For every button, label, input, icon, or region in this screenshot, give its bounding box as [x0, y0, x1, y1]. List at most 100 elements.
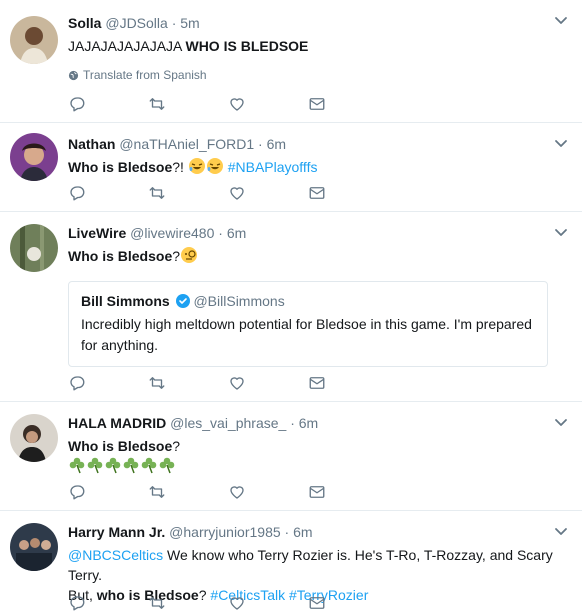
- heart-icon: [228, 483, 246, 501]
- shamrock-emoji-icon: [122, 456, 140, 479]
- hashtag-link[interactable]: #NBAPlayofffs: [228, 159, 318, 175]
- rofl-emoji-icon: [188, 157, 206, 180]
- tweet-feed: Solla @JDSolla · 5m JAJAJAJAJAJAJA WHO I…: [0, 0, 582, 611]
- display-name[interactable]: LiveWire: [68, 225, 126, 241]
- timestamp[interactable]: 5m: [180, 15, 199, 31]
- display-name[interactable]: Solla: [68, 15, 101, 31]
- like-button[interactable]: [228, 183, 308, 203]
- tweet-text-plain: JAJAJAJAJAJAJA: [68, 38, 186, 54]
- timestamp[interactable]: 6m: [227, 225, 246, 241]
- retweet-icon: [148, 483, 166, 501]
- translate-label: Translate from Spanish: [83, 68, 207, 82]
- user-handle[interactable]: @livewire480: [130, 225, 214, 241]
- verified-badge-icon: [175, 294, 190, 308]
- tweet-actions: [68, 373, 388, 393]
- direct-message-button[interactable]: [308, 183, 388, 203]
- direct-message-button[interactable]: [308, 593, 388, 613]
- globe-icon: [68, 70, 79, 80]
- reply-button[interactable]: [68, 482, 148, 502]
- tweet[interactable]: LiveWire @livewire480 · 6m Who is Bledso…: [0, 212, 582, 402]
- tweet-text-bold: Who is Bledsoe: [68, 438, 173, 454]
- monocle-emoji-icon: [180, 246, 198, 269]
- timestamp[interactable]: 6m: [299, 415, 318, 431]
- shamrock-emoji-icon: [68, 456, 86, 479]
- avatar[interactable]: [10, 133, 58, 181]
- user-handle[interactable]: @harryjunior1985: [169, 524, 281, 540]
- shamrock-emoji-icon: [104, 456, 122, 479]
- reply-icon: [68, 594, 86, 612]
- mention-link[interactable]: @NBCSCeltics: [68, 547, 163, 563]
- avatar[interactable]: [10, 523, 58, 571]
- mail-icon: [308, 483, 326, 501]
- separator-dot: ·: [290, 415, 295, 431]
- tweet-text-bold: WHO IS BLEDSOE: [185, 38, 309, 54]
- direct-message-button[interactable]: [308, 94, 388, 114]
- shamrock-emoji-icon: [158, 456, 176, 479]
- tweet[interactable]: Solla @JDSolla · 5m JAJAJAJAJAJAJA WHO I…: [0, 0, 582, 123]
- tweet[interactable]: HALA MADRID @les_vai_phrase_ · 6m Who is…: [0, 402, 582, 511]
- tweet-actions: [68, 183, 388, 203]
- tweet-header: Solla @JDSolla · 5m: [68, 14, 568, 32]
- like-button[interactable]: [228, 482, 308, 502]
- separator-dot: ·: [258, 136, 263, 152]
- chevron-down-icon[interactable]: [554, 16, 568, 26]
- chevron-down-icon[interactable]: [554, 527, 568, 537]
- mail-icon: [308, 95, 326, 113]
- like-button[interactable]: [228, 94, 308, 114]
- shamrock-emoji-row: [68, 456, 568, 479]
- heart-icon: [228, 374, 246, 392]
- display-name[interactable]: HALA MADRID: [68, 415, 166, 431]
- chevron-down-icon[interactable]: [554, 139, 568, 149]
- shamrock-emoji-icon: [140, 456, 158, 479]
- avatar[interactable]: [10, 224, 58, 272]
- tweet-actions: [68, 593, 388, 613]
- timestamp[interactable]: 6m: [293, 524, 312, 540]
- reply-icon: [68, 483, 86, 501]
- tweet[interactable]: Nathan @naTHAniel_FORD1 · 6m Who is Bled…: [0, 123, 582, 212]
- direct-message-button[interactable]: [308, 482, 388, 502]
- timestamp[interactable]: 6m: [267, 136, 286, 152]
- user-handle[interactable]: @JDSolla: [105, 15, 167, 31]
- reply-button[interactable]: [68, 593, 148, 613]
- quoted-tweet-text: Incredibly high meltdown potential for B…: [81, 316, 532, 353]
- separator-dot: ·: [284, 524, 290, 540]
- retweet-button[interactable]: [148, 183, 228, 203]
- retweet-button[interactable]: [148, 373, 228, 393]
- chevron-down-icon[interactable]: [554, 418, 568, 428]
- heart-icon: [228, 184, 246, 202]
- reply-button[interactable]: [68, 183, 148, 203]
- retweet-button[interactable]: [148, 593, 228, 613]
- tweet-text: JAJAJAJAJAJAJA WHO IS BLEDSOE: [68, 36, 568, 56]
- chevron-down-icon[interactable]: [554, 228, 568, 238]
- like-button[interactable]: [228, 373, 308, 393]
- tweet-text: Who is Bledsoe?: [68, 246, 568, 269]
- retweet-button[interactable]: [148, 94, 228, 114]
- tweet-actions: [68, 94, 388, 114]
- reply-icon: [68, 374, 86, 392]
- mail-icon: [308, 594, 326, 612]
- quoted-display-name[interactable]: Bill Simmons: [81, 293, 170, 309]
- translate-link[interactable]: Translate from Spanish: [68, 68, 568, 82]
- tweet-text-plain: ?: [172, 248, 181, 264]
- quoted-tweet[interactable]: Bill Simmons @BillSimmons Incredibly hig…: [68, 281, 548, 367]
- tweet-text-plain: ?!: [172, 159, 188, 175]
- quoted-tweet-header: Bill Simmons @BillSimmons: [81, 292, 535, 310]
- tweet-header: Nathan @naTHAniel_FORD1 · 6m: [68, 135, 568, 153]
- user-handle[interactable]: @les_vai_phrase_: [170, 415, 286, 431]
- avatar[interactable]: [10, 16, 58, 64]
- display-name[interactable]: Nathan: [68, 136, 115, 152]
- avatar[interactable]: [10, 414, 58, 462]
- quoted-user-handle[interactable]: @BillSimmons: [193, 293, 284, 309]
- tweet-text-plain: ?: [172, 438, 181, 454]
- retweet-button[interactable]: [148, 482, 228, 502]
- tweet-text-bold: Who is Bledsoe: [68, 248, 173, 264]
- user-handle[interactable]: @naTHAniel_FORD1: [119, 136, 254, 152]
- like-button[interactable]: [228, 593, 308, 613]
- direct-message-button[interactable]: [308, 373, 388, 393]
- display-name[interactable]: Harry Mann Jr.: [68, 524, 165, 540]
- tweet-text: Who is Bledsoe?! #NBAPlayofffs: [68, 157, 568, 180]
- reply-button[interactable]: [68, 94, 148, 114]
- tweet[interactable]: Harry Mann Jr. @harryjunior1985 · 6m @NB…: [0, 511, 582, 611]
- reply-button[interactable]: [68, 373, 148, 393]
- rofl-emoji-icon: [206, 157, 224, 180]
